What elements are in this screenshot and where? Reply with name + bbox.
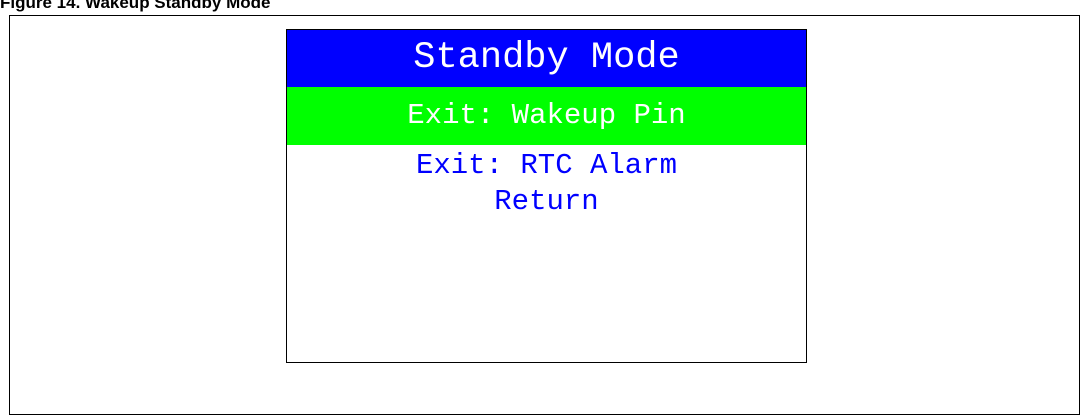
lcd-screen: Standby Mode Exit: Wakeup Pin Exit: RTC …: [286, 29, 807, 363]
screen-title: Standby Mode: [287, 30, 806, 87]
menu-item-return[interactable]: Return: [287, 185, 806, 219]
figure-caption: Figure 14. Wakeup Standby Mode: [0, 0, 271, 12]
menu-item-exit-wakeup-pin[interactable]: Exit: Wakeup Pin: [287, 87, 806, 145]
menu-item-exit-rtc-alarm[interactable]: Exit: RTC Alarm: [287, 149, 806, 183]
